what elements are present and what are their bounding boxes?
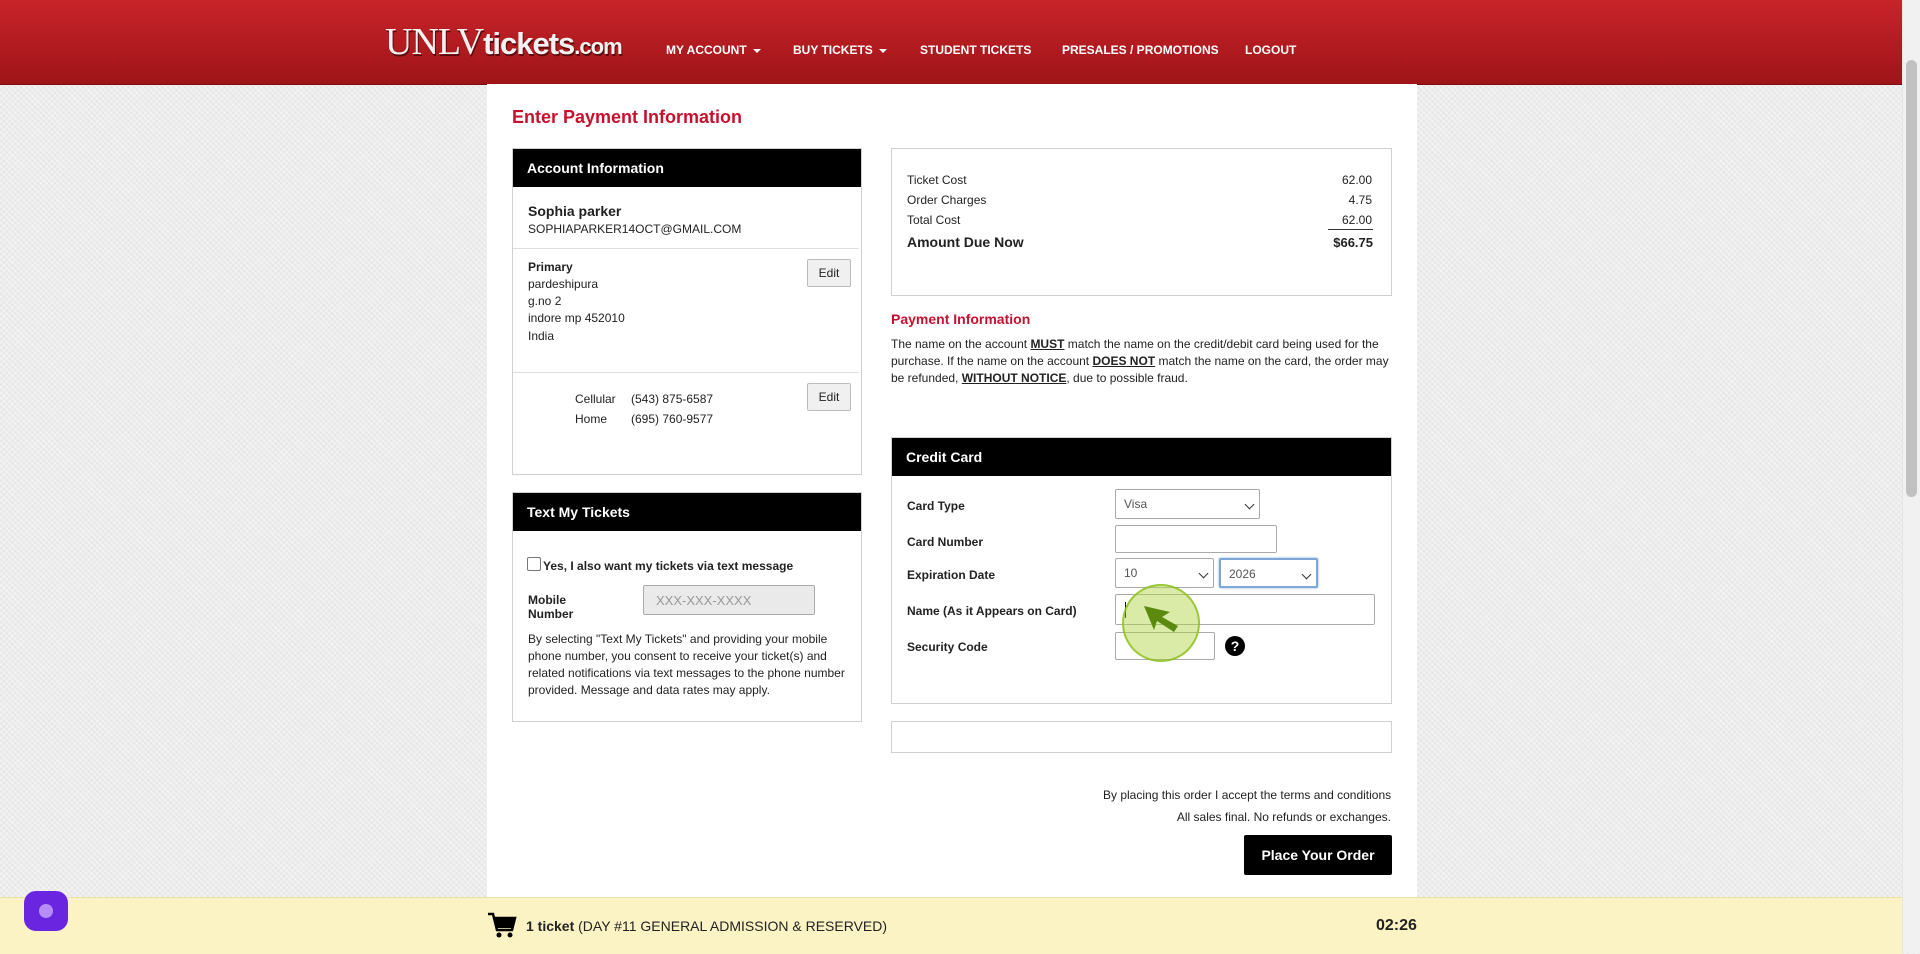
terms-text: By placing this order I accept the terms… <box>1103 788 1392 802</box>
chevron-down-icon <box>1244 499 1255 510</box>
total-underline <box>1328 229 1373 230</box>
security-code-label: Security Code <box>907 640 988 654</box>
address-line: indore mp 452010 <box>528 311 625 325</box>
edit-address-button[interactable]: Edit <box>807 259 851 287</box>
logo-text-unlv: UNLV <box>385 21 484 63</box>
card-type-select[interactable]: Visa <box>1115 489 1260 519</box>
summary-value: 4.75 <box>1348 193 1372 207</box>
pointer-arrow-icon <box>1144 606 1178 632</box>
summary-label: Ticket Cost <box>907 173 967 187</box>
help-icon[interactable]: ? <box>1225 636 1245 656</box>
payment-notice-line: The name on the account MUST match the n… <box>891 337 1379 351</box>
cardholder-name-label: Name (As it Appears on Card) <box>907 604 1077 618</box>
empty-panel <box>891 721 1392 753</box>
address-line: pardeshipura <box>528 277 599 291</box>
payment-notice-line: be refunded, WITHOUT NOTICE, due to poss… <box>891 371 1188 385</box>
sms-consent-text: provided. Message and data rates may app… <box>528 683 770 697</box>
nav-presales-promotions[interactable]: PRESALES / PROMOTIONS <box>1062 43 1219 57</box>
site-header: UNLVtickets.com MY ACCOUNT BUY TICKETS S… <box>0 0 1902 85</box>
expiration-year-select[interactable]: 2026 <box>1219 558 1318 588</box>
cart-bar: 1 ticket (DAY #11 GENERAL ADMISSION & RE… <box>0 897 1902 954</box>
expiration-month-value: 10 <box>1124 566 1138 580</box>
summary-value: 62.00 <box>1342 173 1373 187</box>
cart-summary[interactable]: 1 ticket (DAY #11 GENERAL ADMISSION & RE… <box>526 918 887 934</box>
account-email: SOPHIAPARKER14OCT@GMAIL.COM <box>528 222 742 236</box>
final-sale-text: All sales final. No refunds or exchanges… <box>1176 810 1391 824</box>
countdown-timer: 02:26 <box>1376 917 1417 934</box>
caret-down-icon <box>752 48 761 53</box>
chat-icon <box>39 904 53 918</box>
payment-info-heading: Payment Information <box>891 311 1031 327</box>
card-type-label: Card Type <box>907 499 965 513</box>
caret-down-icon <box>878 48 887 53</box>
expiration-date-label: Expiration Date <box>907 568 996 582</box>
chevron-down-icon <box>1301 569 1312 580</box>
sms-consent-text: By selecting "Text My Tickets" and provi… <box>528 632 828 646</box>
phone-number: (543) 875-6587 <box>631 392 714 406</box>
cart-icon[interactable] <box>487 910 517 940</box>
text-tickets-checkbox-label: Yes, I also want my tickets via text mes… <box>543 559 794 573</box>
mobile-number-placeholder: XXX-XXX-XXXX <box>656 593 752 608</box>
text-tickets-heading: Text My Tickets <box>513 493 861 531</box>
phone-number: (695) 760-9577 <box>631 412 714 426</box>
mobile-label: Mobile <box>528 593 566 607</box>
nav-buy-tickets[interactable]: BUY TICKETS <box>793 43 887 57</box>
place-order-button[interactable]: Place Your Order <box>1244 835 1392 875</box>
address-label: Primary <box>528 260 573 274</box>
cart-ticket-count: 1 ticket <box>526 918 575 934</box>
chat-widget-button[interactable] <box>24 891 68 931</box>
address-country: India <box>528 329 555 343</box>
page-title: Enter Payment Information <box>512 107 743 127</box>
logo-text-com: .com <box>574 34 622 59</box>
nav-logout[interactable]: LOGOUT <box>1245 43 1296 57</box>
account-name: Sophia parker <box>528 203 622 219</box>
order-summary-panel <box>891 148 1392 296</box>
card-type-value: Visa <box>1124 497 1148 511</box>
divider <box>513 248 859 249</box>
card-number-input[interactable] <box>1115 525 1277 553</box>
summary-label: Order Charges <box>907 193 987 207</box>
account-info-heading: Account Information <box>513 149 861 187</box>
text-tickets-checkbox[interactable] <box>527 557 541 571</box>
logo-text-tickets: tickets <box>483 26 575 61</box>
edit-phone-button[interactable]: Edit <box>807 383 851 411</box>
nav-my-account[interactable]: MY ACCOUNT <box>666 43 761 57</box>
card-number-label: Card Number <box>907 535 984 549</box>
click-highlight <box>1122 584 1200 662</box>
scrollbar-thumb[interactable] <box>1906 60 1917 497</box>
page-scrollbar[interactable] <box>1902 0 1920 953</box>
credit-card-heading: Credit Card <box>892 438 1391 476</box>
phone-type: Cellular <box>575 392 616 406</box>
mobile-number-input[interactable]: XXX-XXX-XXXX <box>643 585 815 615</box>
nav-student-tickets[interactable]: STUDENT TICKETS <box>920 43 1031 57</box>
address-line: g.no 2 <box>528 294 562 308</box>
chevron-down-icon <box>1198 568 1209 579</box>
summary-value: 62.00 <box>1342 213 1373 227</box>
sms-consent-text: related notifications via text messages … <box>528 666 845 680</box>
amount-due-label: Amount Due Now <box>907 234 1024 250</box>
divider <box>513 372 859 373</box>
summary-label: Total Cost <box>907 213 961 227</box>
expiration-year-value: 2026 <box>1229 567 1256 581</box>
site-logo[interactable]: UNLVtickets.com <box>385 20 623 64</box>
payment-notice-line: purchase. If the name on the account DOE… <box>891 354 1389 368</box>
sms-consent-text: phone number, you consent to receive you… <box>528 649 827 663</box>
amount-due-value: $66.75 <box>1333 235 1373 250</box>
phone-type: Home <box>575 412 608 426</box>
cart-ticket-detail: (DAY #11 GENERAL ADMISSION & RESERVED) <box>578 918 888 934</box>
mobile-label: Number <box>528 607 574 621</box>
